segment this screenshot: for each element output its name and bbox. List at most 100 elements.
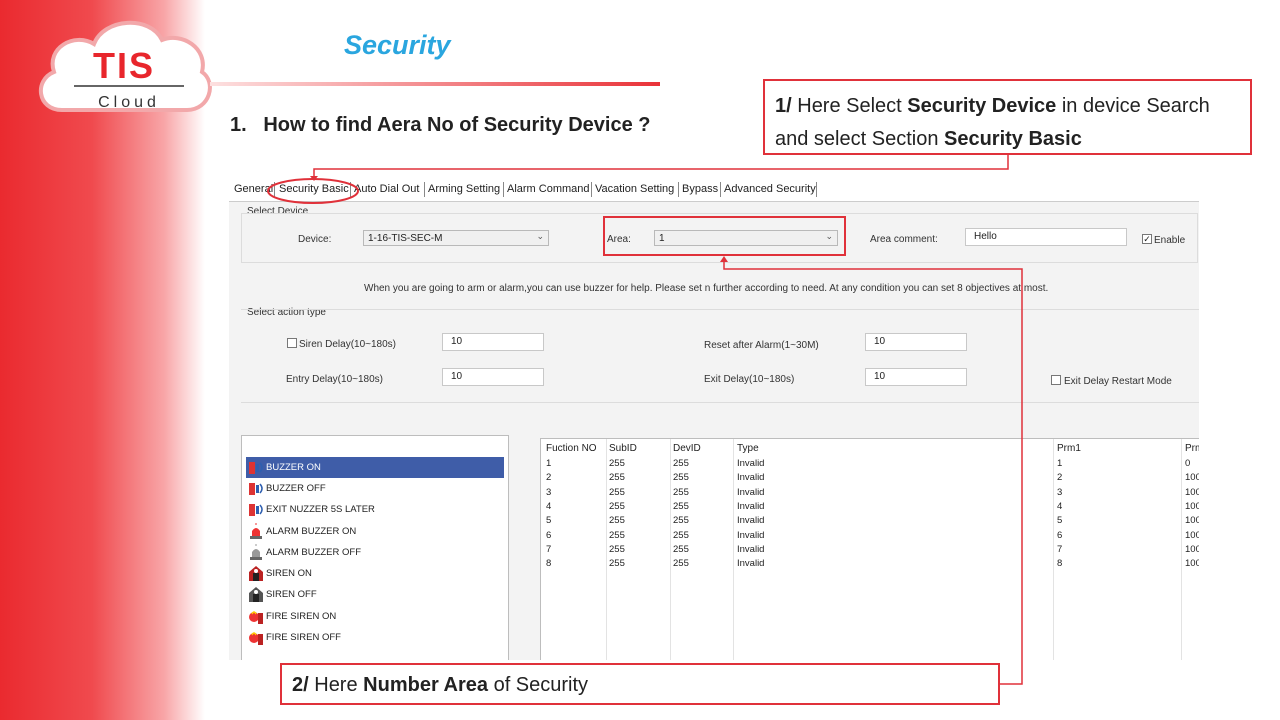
- area-select[interactable]: 1 ⌄: [654, 230, 838, 246]
- title-underline: [210, 82, 660, 86]
- table-cell: 255: [609, 530, 625, 541]
- table-row[interactable]: 6 255 255 Invalid 6 100: [541, 530, 1199, 544]
- table-row[interactable]: 4 255 255 Invalid 4 100: [541, 501, 1199, 515]
- action-list-item[interactable]: EXIT NUZZER 5S LATER: [246, 499, 504, 520]
- table-cell: 8: [1057, 558, 1063, 569]
- exit-delay-input[interactable]: 10: [865, 368, 967, 386]
- device-select-value: 1-16-TIS-SEC-M: [368, 233, 443, 244]
- exit-delay-restart-label: Exit Delay Restart Mode: [1064, 376, 1172, 387]
- action-list-item[interactable]: BUZZER ON: [246, 457, 504, 478]
- action-list-label: ALARM BUZZER OFF: [266, 547, 362, 558]
- table-cell: Invalid: [737, 515, 765, 526]
- column-header-function-no[interactable]: Fuction NO: [546, 443, 597, 454]
- table-cell: 6: [546, 530, 552, 541]
- table-row[interactable]: 3 255 255 Invalid 3 100: [541, 487, 1199, 501]
- table-cell: 5: [546, 515, 552, 526]
- tab-alarm-command[interactable]: Alarm Command: [507, 183, 590, 195]
- tab-vacation-setting[interactable]: Vacation Setting: [595, 183, 674, 195]
- siren-delay-checkbox[interactable]: [287, 338, 297, 348]
- enable-checkbox[interactable]: ✓: [1142, 234, 1152, 244]
- buzzer-icon: [249, 462, 263, 474]
- table-cell: 255: [609, 472, 625, 483]
- table-cell: 255: [673, 544, 689, 555]
- action-list-item[interactable]: FIRE SIREN OFF: [246, 627, 504, 648]
- table-cell: Invalid: [737, 458, 765, 469]
- tab-general[interactable]: General: [234, 183, 273, 195]
- table-cell: 4: [546, 501, 552, 512]
- exit-delay-label: Exit Delay(10~180s): [704, 374, 795, 385]
- question-text: How to find Aera No of Security Device ?: [263, 114, 651, 136]
- table-cell: 7: [546, 544, 552, 555]
- action-type-group: [241, 309, 1199, 403]
- page-title: Security: [344, 30, 451, 60]
- chevron-down-icon: ⌄: [536, 231, 544, 241]
- tab-arming-setting[interactable]: Arming Setting: [428, 183, 500, 195]
- table-cell: 255: [609, 558, 625, 569]
- table-cell: 1: [1057, 458, 1063, 469]
- action-list-item[interactable]: BUZZER OFF: [246, 478, 504, 499]
- fire-siren-icon: [249, 632, 263, 645]
- table-cell: 8: [546, 558, 552, 569]
- table-cell: 3: [1057, 487, 1063, 498]
- table-cell: 100: [1185, 544, 1199, 555]
- column-header-devid[interactable]: DevID: [673, 443, 701, 454]
- tab-separator: [350, 182, 351, 197]
- table-row[interactable]: 8 255 255 Invalid 8 100: [541, 558, 1199, 572]
- tab-bypass[interactable]: Bypass: [682, 183, 718, 195]
- reset-after-alarm-input[interactable]: 10: [865, 333, 967, 351]
- table-row[interactable]: 2 255 255 Invalid 2 100: [541, 472, 1199, 486]
- tab-bar: General Security Basic Auto Dial Out Arm…: [229, 179, 1199, 202]
- callout-number-area: 2/ Here Number Area of Security: [280, 663, 1000, 705]
- entry-delay-label: Entry Delay(10~180s): [286, 374, 383, 385]
- siren-delay-label: Siren Delay(10~180s): [299, 339, 396, 350]
- table-cell: 255: [673, 558, 689, 569]
- column-header-prm2[interactable]: Prm: [1185, 443, 1199, 454]
- enable-label: Enable: [1154, 235, 1186, 246]
- action-list-item[interactable]: FIRE SIREN ON: [246, 606, 504, 627]
- callout-select-device: 1/ Here Select Security Device in device…: [763, 79, 1252, 155]
- column-header-subid[interactable]: SubID: [609, 443, 637, 454]
- table-cell: 255: [673, 515, 689, 526]
- action-list-item[interactable]: ALARM BUZZER ON: [246, 521, 504, 542]
- entry-delay-input[interactable]: 10: [442, 368, 544, 386]
- table-row[interactable]: 5 255 255 Invalid 5 100: [541, 515, 1199, 529]
- table-cell: 255: [673, 530, 689, 541]
- question-number: 1.: [230, 114, 247, 136]
- action-list-item[interactable]: SIREN OFF: [246, 584, 504, 605]
- table-cell: Invalid: [737, 558, 765, 569]
- tab-separator: [591, 182, 592, 197]
- action-list-label: SIREN OFF: [266, 589, 317, 600]
- area-comment-input[interactable]: Hello: [965, 228, 1127, 246]
- svg-text:TIS: TIS: [93, 45, 155, 86]
- tab-separator: [274, 182, 275, 197]
- table-cell: 5: [1057, 515, 1063, 526]
- tab-advanced-security[interactable]: Advanced Security: [724, 183, 816, 195]
- tab-auto-dial-out[interactable]: Auto Dial Out: [354, 183, 419, 195]
- table-cell: 7: [1057, 544, 1063, 555]
- table-cell: Invalid: [737, 544, 765, 555]
- buzzer-icon: [249, 504, 263, 516]
- table-cell: 1: [546, 458, 552, 469]
- column-header-type[interactable]: Type: [737, 443, 759, 454]
- column-header-prm1[interactable]: Prm1: [1057, 443, 1081, 454]
- area-comment-label: Area comment:: [870, 234, 938, 245]
- siren-delay-input[interactable]: 10: [442, 333, 544, 351]
- table-row[interactable]: 1 255 255 Invalid 1 0: [541, 458, 1199, 472]
- action-list-label: EXIT NUZZER 5S LATER: [266, 504, 375, 515]
- action-list-item[interactable]: ALARM BUZZER OFF: [246, 542, 504, 563]
- table-cell: Invalid: [737, 487, 765, 498]
- action-list-item[interactable]: SIREN ON: [246, 563, 504, 584]
- action-list-label: BUZZER OFF: [266, 483, 326, 494]
- question-heading: 1. How to find Aera No of Security Devic…: [230, 114, 650, 137]
- device-select[interactable]: 1-16-TIS-SEC-M ⌄: [363, 230, 549, 246]
- table-row[interactable]: 7 255 255 Invalid 7 100: [541, 544, 1199, 558]
- callout-2-text-b: of Security: [488, 674, 589, 696]
- table-cell: 255: [673, 487, 689, 498]
- tab-security-basic[interactable]: Security Basic: [279, 183, 349, 195]
- table-cell: 255: [609, 515, 625, 526]
- callout-2-bold: Number Area: [363, 674, 489, 696]
- table-cell: 100: [1185, 487, 1199, 498]
- exit-delay-restart-checkbox[interactable]: [1051, 375, 1061, 385]
- fire-siren-icon: [249, 611, 263, 624]
- table-cell: 255: [673, 501, 689, 512]
